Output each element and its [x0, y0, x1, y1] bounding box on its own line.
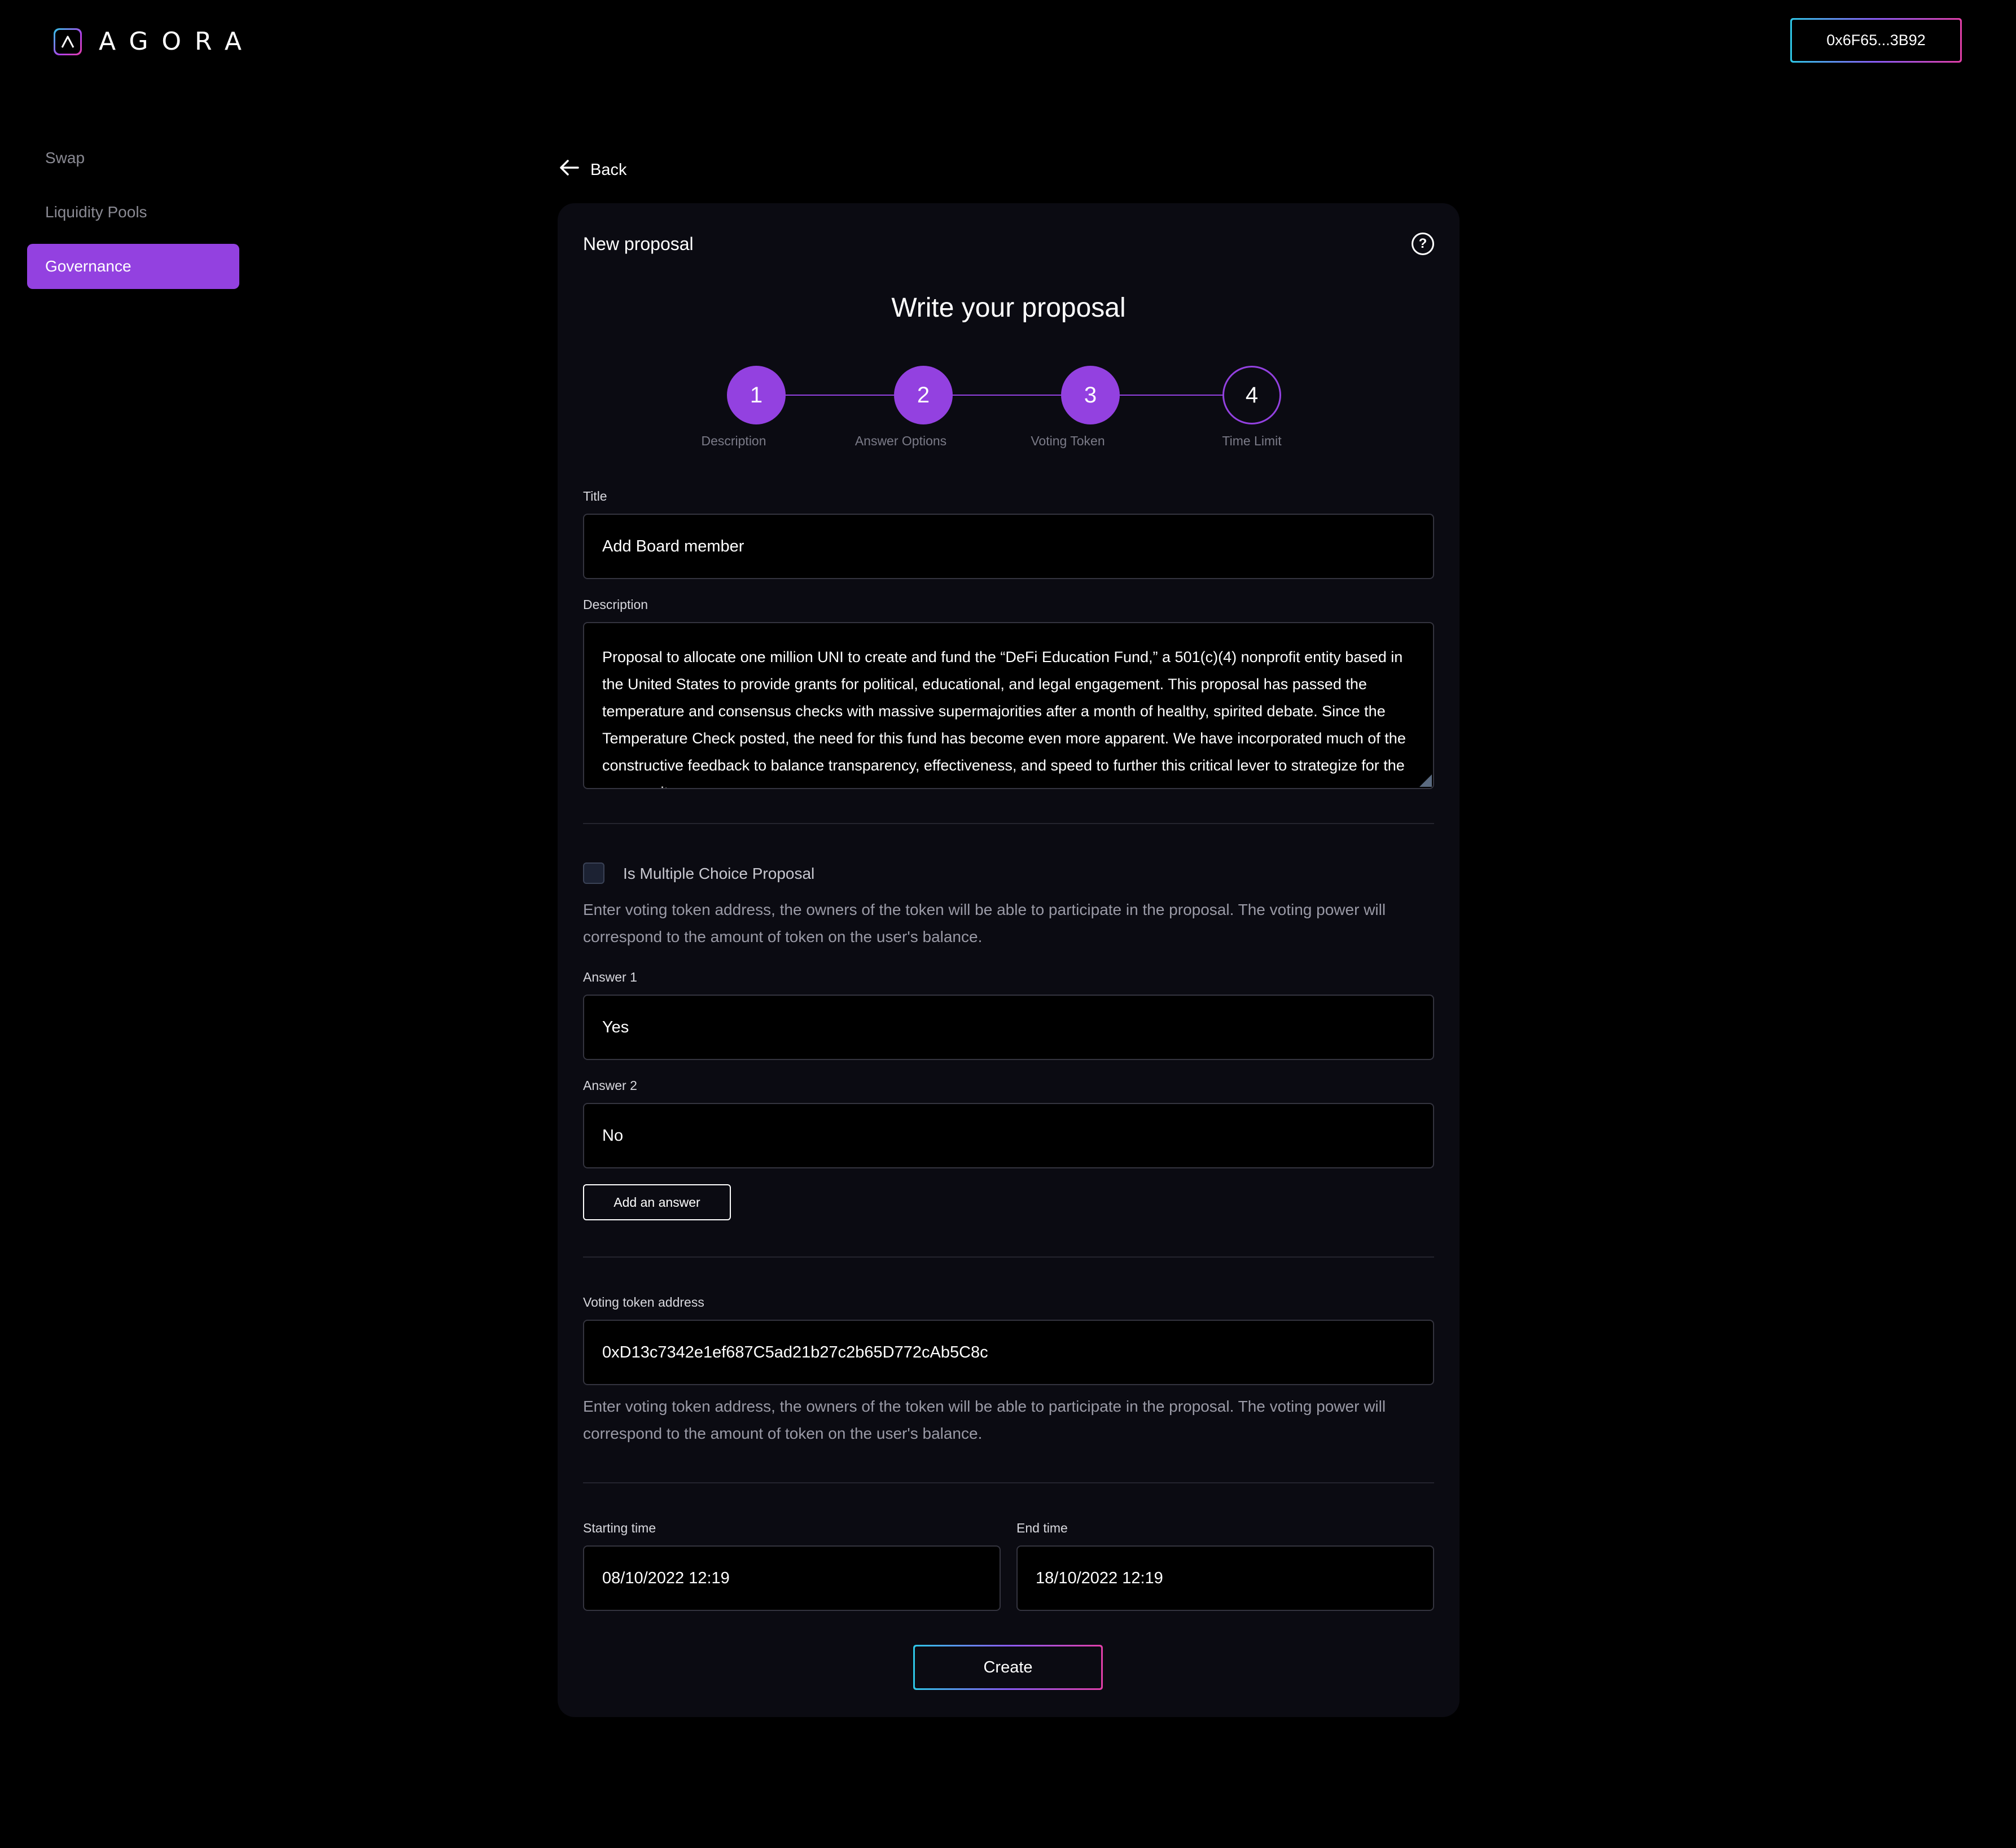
section-divider [583, 1482, 1434, 1483]
add-answer-button[interactable]: Add an answer [583, 1184, 731, 1220]
answers-help-text: Enter voting token address, the owners o… [583, 901, 1386, 945]
new-proposal-card: New proposal ? Write your proposal 1 2 3… [558, 203, 1460, 1717]
sidebar: Swap Liquidity Pools Governance [27, 135, 239, 298]
progress-stepper: 1 2 3 4 Description Answer Options Votin… [701, 366, 1291, 450]
step-4[interactable]: 4 [1222, 366, 1281, 424]
step-2-label: Answer Options [854, 433, 947, 448]
back-label: Back [590, 160, 627, 179]
brand-name: AGORA [99, 27, 255, 56]
voting-token-label: Voting token address [583, 1295, 704, 1310]
create-button[interactable]: Create [913, 1645, 1103, 1690]
sidebar-item-liquidity-pools[interactable]: Liquidity Pools [27, 190, 239, 235]
starting-time-label: Starting time [583, 1521, 656, 1535]
sidebar-item-swap[interactable]: Swap [27, 135, 239, 181]
end-time-label: End time [1016, 1521, 1068, 1535]
create-button-label: Create [915, 1646, 1101, 1688]
title-label: Title [583, 489, 607, 503]
multiple-choice-label: Is Multiple Choice Proposal [623, 865, 815, 882]
brand-logo[interactable]: AGORA [54, 27, 255, 56]
back-button[interactable]: Back [559, 159, 626, 181]
step-3-label: Voting Token [1031, 433, 1105, 448]
description-label: Description [583, 597, 648, 612]
title-input[interactable]: Add Board member [583, 514, 1434, 579]
voting-token-help-text: Enter voting token address, the owners o… [583, 1398, 1386, 1442]
section-divider [583, 823, 1434, 824]
end-time-input[interactable]: 18/10/2022 12:19 [1016, 1545, 1434, 1611]
starting-time-input[interactable]: 08/10/2022 12:19 [583, 1545, 1001, 1611]
answer-2-input[interactable]: No [583, 1103, 1434, 1168]
wallet-address: 0x6F65...3B92 [1792, 20, 1960, 61]
multiple-choice-checkbox[interactable] [583, 862, 604, 884]
description-text: Proposal to allocate one million UNI to … [602, 649, 1406, 788]
resize-handle-icon[interactable] [1419, 774, 1432, 787]
description-textarea[interactable]: Proposal to allocate one million UNI to … [583, 622, 1434, 789]
step-3[interactable]: 3 [1061, 366, 1120, 424]
arrow-left-icon [559, 159, 579, 181]
step-1[interactable]: 1 [727, 366, 786, 424]
section-divider [583, 1256, 1434, 1258]
page-title: Write your proposal [891, 293, 1126, 323]
step-1-label: Description [701, 433, 766, 448]
card-title: New proposal [583, 233, 694, 254]
wallet-address-button[interactable]: 0x6F65...3B92 [1790, 18, 1962, 63]
stepper-connector [786, 395, 1279, 396]
step-4-label: Time Limit [1222, 433, 1282, 448]
answer-1-label: Answer 1 [583, 970, 637, 984]
answer-2-label: Answer 2 [583, 1078, 637, 1093]
logo-mark-icon [54, 28, 82, 55]
sidebar-item-governance[interactable]: Governance [27, 244, 239, 289]
voting-token-input[interactable]: 0xD13c7342e1ef687C5ad21b27c2b65D772cAb5C… [583, 1320, 1434, 1385]
step-2[interactable]: 2 [894, 366, 953, 424]
answer-1-input[interactable]: Yes [583, 995, 1434, 1060]
help-icon[interactable]: ? [1412, 233, 1434, 255]
